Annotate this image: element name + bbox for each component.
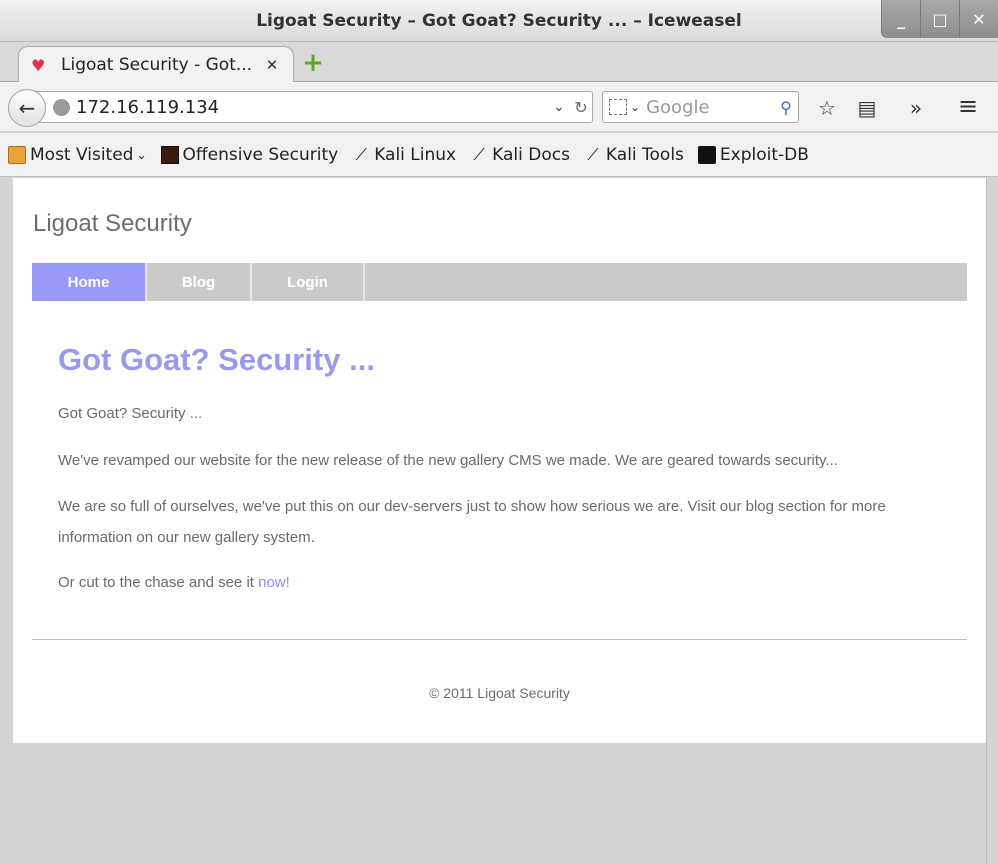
chevron-down-icon: ⌄ — [136, 147, 147, 162]
navigation-toolbar: 172.16.119.134 ⌄ ↻ ← ⌄ Google ⚲ ☆ ▤ » ≡ — [0, 82, 998, 132]
bookmark-offensive-security[interactable]: Offensive Security — [160, 144, 339, 165]
kali-dragon-icon: ⟋ — [473, 144, 485, 164]
paragraph-intro: Got Goat? Security ... — [58, 405, 203, 422]
post-title: Got Goat? Security ... — [58, 342, 375, 377]
minimize-button[interactable]: _ — [881, 0, 920, 38]
maximize-button[interactable]: □ — [920, 0, 959, 38]
folder-icon — [8, 145, 26, 164]
bookmark-most-visited[interactable]: Most Visited ⌄ — [8, 145, 147, 165]
now-link[interactable]: now! — [258, 574, 290, 591]
tab-title: Ligoat Security - Got... — [61, 55, 253, 75]
window-controls: _ □ ✕ — [881, 0, 998, 38]
url-input[interactable]: 172.16.119.134 — [76, 97, 548, 118]
menu-item-home[interactable]: Home — [32, 263, 147, 301]
offsec-icon — [160, 145, 179, 164]
site-title: Ligoat Security — [33, 210, 192, 237]
bookmark-label: Exploit-DB — [719, 144, 809, 165]
search-engine-icon[interactable] — [609, 99, 627, 115]
window-title: Ligoat Security – Got Goat? Security ...… — [256, 11, 742, 31]
url-bar[interactable]: 172.16.119.134 ⌄ ↻ — [30, 91, 593, 123]
bookmark-label: Kali Linux — [374, 144, 457, 165]
search-bar[interactable]: ⌄ Google ⚲ — [602, 91, 799, 123]
footer-copyright: © 2011 Ligoat Security — [429, 685, 570, 701]
back-button[interactable]: ← — [8, 89, 46, 127]
search-input[interactable]: Google — [646, 97, 774, 118]
window-right-edge — [986, 178, 998, 864]
tab-bar: ♥ Ligoat Security - Got... ✕ + — [0, 42, 998, 83]
hamburger-menu-icon[interactable]: ≡ — [955, 92, 981, 120]
bookmark-exploit-db[interactable]: Exploit-DB — [697, 144, 809, 165]
paragraph-devservers: We are so full of ourselves, we've put t… — [58, 498, 886, 546]
chevron-down-icon[interactable]: ⌄ — [630, 100, 640, 114]
paragraph-cta: Or cut to the chase and see it now! — [58, 567, 938, 598]
cta-text: Or cut to the chase and see it — [58, 574, 259, 591]
bookmarks-menu-icon[interactable]: ▤ — [854, 96, 880, 120]
bookmark-label: Kali Tools — [605, 144, 684, 165]
bookmark-kali-docs[interactable]: ⟋ Kali Docs — [470, 145, 570, 165]
page-container: Ligoat Security Home Blog Login Got Goat… — [13, 178, 986, 743]
bookmark-kali-linux[interactable]: ⟋ Kali Linux — [352, 144, 457, 165]
window-titlebar: Ligoat Security – Got Goat? Security ...… — [0, 0, 998, 42]
tab-ligoat[interactable]: ♥ Ligoat Security - Got... ✕ — [18, 46, 294, 83]
paragraph-revamp: We've revamped our website for the new r… — [58, 452, 838, 469]
page-viewport: Ligoat Security Home Blog Login Got Goat… — [0, 178, 998, 864]
bookmark-label: Offensive Security — [182, 144, 339, 165]
tab-close-icon[interactable]: ✕ — [263, 56, 281, 74]
footer-divider — [32, 639, 967, 640]
overflow-chevron-icon[interactable]: » — [903, 96, 929, 120]
exploitdb-icon — [697, 145, 716, 164]
kali-dragon-icon: ⟋ — [355, 144, 367, 164]
menu-item-blog[interactable]: Blog — [147, 263, 252, 301]
bookmarks-toolbar: Most Visited ⌄ Offensive Security ⟋ Kali… — [0, 133, 998, 177]
menu-item-login[interactable]: Login — [252, 263, 365, 301]
bookmark-star-icon[interactable]: ☆ — [814, 96, 840, 120]
search-icon[interactable]: ⚲ — [774, 98, 798, 117]
new-tab-button[interactable]: + — [302, 50, 324, 76]
globe-icon — [53, 98, 70, 116]
reload-icon[interactable]: ↻ — [570, 98, 592, 117]
bookmark-kali-tools[interactable]: ⟋ Kali Tools — [584, 145, 684, 165]
kali-dragon-icon: ⟋ — [587, 144, 599, 164]
close-window-button[interactable]: ✕ — [959, 0, 998, 38]
bookmark-label: Kali Docs — [492, 144, 570, 165]
main-menu: Home Blog Login — [32, 263, 967, 301]
bookmark-label: Most Visited — [30, 144, 134, 165]
iceweasel-paw-icon: ♥ — [31, 55, 46, 75]
url-history-dropdown-icon[interactable]: ⌄ — [548, 99, 570, 115]
